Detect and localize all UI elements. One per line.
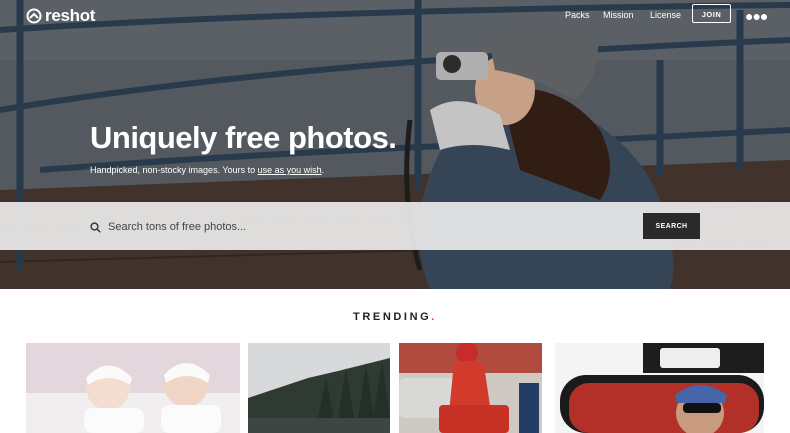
scooter-rider-photo[interactable]	[399, 343, 542, 433]
hero-headline: Uniquely free photos.	[90, 120, 397, 155]
forest-fjord-photo[interactable]	[248, 343, 390, 433]
search-input[interactable]	[108, 218, 628, 236]
nav-packs[interactable]: Packs	[565, 10, 590, 20]
nav-mission[interactable]: Mission	[603, 10, 634, 20]
search-bar: SEARCH	[0, 202, 790, 250]
hero-subline: Handpicked, non-stocky images. Yours to …	[90, 165, 324, 175]
use-as-you-wish-link[interactable]: use as you wish	[258, 165, 322, 175]
trending-title: TRENDING	[353, 311, 432, 323]
join-button[interactable]: JOIN	[692, 4, 731, 23]
nav-license[interactable]: License	[650, 10, 681, 20]
subline-period: .	[321, 165, 325, 175]
search-button[interactable]: SEARCH	[643, 213, 700, 239]
trending-heading: TRENDING.	[0, 311, 790, 323]
search-icon	[90, 222, 101, 233]
more-dots-icon[interactable]: ●●●	[745, 8, 768, 24]
baby-twins-photo[interactable]	[26, 343, 240, 433]
trending-dot: .	[431, 311, 437, 323]
car-mirror-photo[interactable]	[555, 343, 764, 433]
reshot-logo-icon	[26, 8, 42, 24]
logo[interactable]: reshot	[26, 6, 95, 26]
hero-banner: reshot Packs Mission License JOIN ●●● Un…	[0, 0, 790, 289]
top-navigation: reshot Packs Mission License JOIN ●●●	[0, 0, 790, 30]
subline-text: Handpicked, non-stocky images. Yours to	[90, 165, 258, 175]
logo-text: reshot	[45, 6, 96, 25]
